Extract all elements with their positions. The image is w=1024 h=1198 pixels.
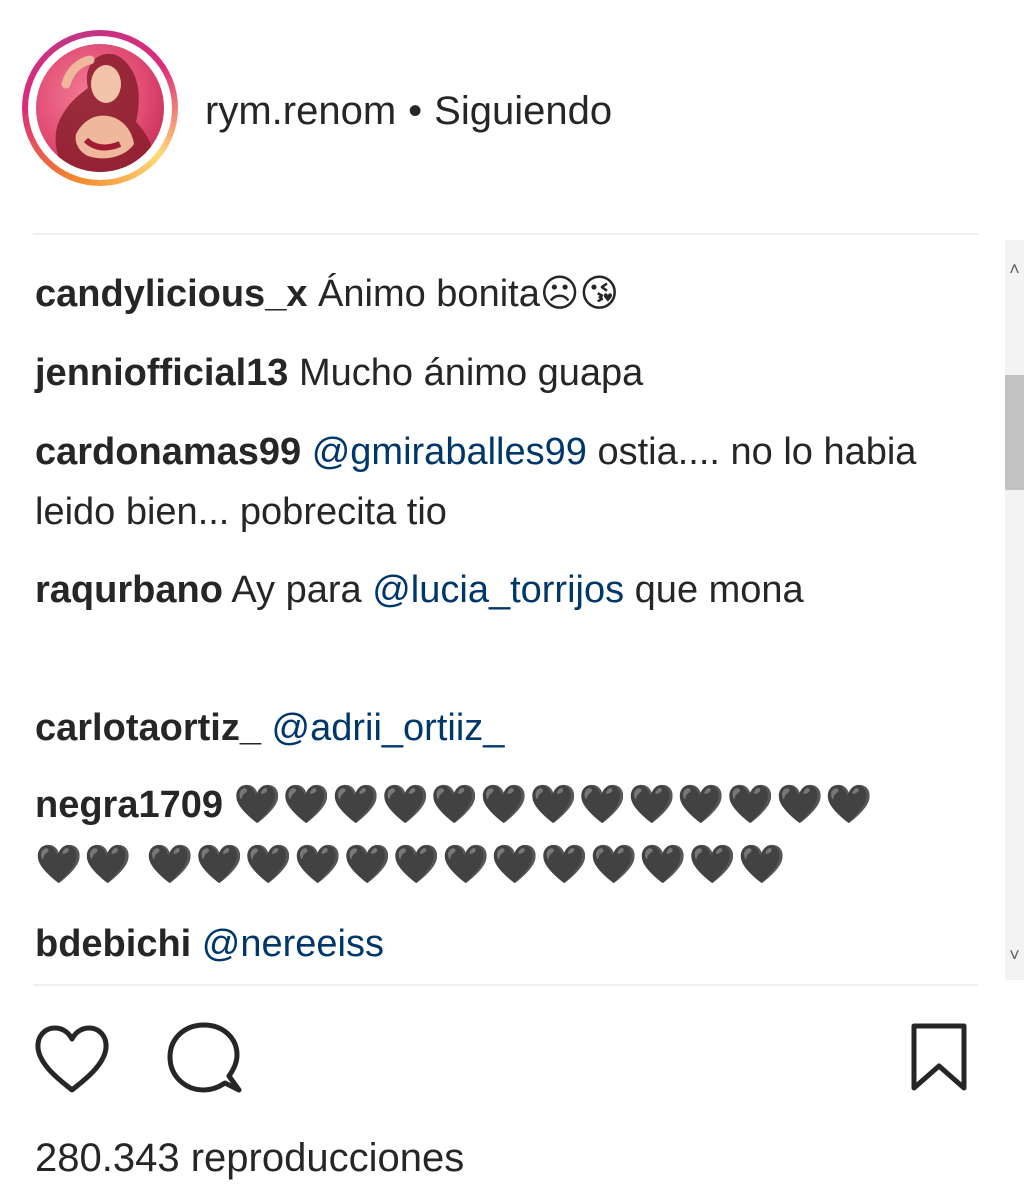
views-count[interactable]: 280.343 reproducciones xyxy=(35,1133,464,1183)
comment-item: raqurbano Ay para @lucia_torrijos que mo… xyxy=(35,560,935,620)
scroll-up-arrow-icon[interactable]: ˄ xyxy=(1005,254,1024,284)
follow-status-button[interactable]: Siguiendo xyxy=(434,89,612,133)
post-header: rym.renom • Siguiendo xyxy=(0,0,1024,230)
comment-text: Ánimo bonita☹😘 xyxy=(318,273,620,315)
post-actions xyxy=(0,1020,1024,1100)
like-button[interactable] xyxy=(32,1020,112,1100)
comment-mention[interactable]: @gmiraballes99 xyxy=(312,431,587,473)
save-button[interactable] xyxy=(900,1020,980,1100)
header-separator: • xyxy=(408,89,423,133)
bookmark-icon xyxy=(911,1023,967,1091)
comment-username[interactable]: jenniofficial13 xyxy=(35,352,288,394)
comment-item: carlotaortiz_ @adrii_ortiiz_ xyxy=(35,698,935,758)
comment-text: que mona xyxy=(634,569,804,611)
post-author-username[interactable]: rym.renom xyxy=(205,89,396,133)
comment-mention[interactable]: @nereeiss xyxy=(202,923,384,965)
header-divider xyxy=(33,233,978,235)
comments-list[interactable]: candylicious_x Ánimo bonita☹😘 jennioffic… xyxy=(33,240,993,982)
comment-text: Ay para xyxy=(231,569,362,611)
comment-username[interactable]: bdebichi xyxy=(35,923,191,965)
post-panel: rym.renom • Siguiendo candylicious_x Ánimo… xyxy=(0,0,1024,1198)
comment-username[interactable]: candylicious_x xyxy=(35,273,307,315)
heart-outline-icon xyxy=(35,1025,109,1093)
comment-username[interactable]: cardonamas99 xyxy=(35,431,301,473)
comment-item: candylicious_x Ánimo bonita☹😘 xyxy=(35,264,935,324)
comment-button[interactable] xyxy=(163,1020,243,1100)
comment-item: cardonamas99 @gmiraballes99 ostia.... no… xyxy=(35,422,935,542)
speech-bubble-icon xyxy=(167,1022,242,1093)
comment-username[interactable]: negra1709 xyxy=(35,784,223,826)
header-info: rym.renom • Siguiendo xyxy=(205,86,612,136)
comment-username[interactable]: raqurbano xyxy=(35,569,223,611)
comment-item: bdebichi @nereeiss xyxy=(35,914,935,974)
comment-mention[interactable]: @adrii_ortiiz_ xyxy=(272,707,505,749)
scroll-down-arrow-icon[interactable]: ˅ xyxy=(1005,940,1024,970)
comment-item: jenniofficial13 Mucho ánimo guapa xyxy=(35,343,935,403)
comment-item: negra1709 🖤🖤🖤🖤🖤🖤🖤🖤🖤🖤🖤🖤🖤🖤🖤 🖤🖤🖤🖤🖤🖤🖤🖤🖤🖤🖤🖤🖤 xyxy=(35,775,905,895)
comments-divider xyxy=(33,984,978,986)
avatar-photo xyxy=(36,44,164,172)
avatar[interactable] xyxy=(22,30,178,186)
comment-text: Mucho ánimo guapa xyxy=(298,352,644,394)
avatar-figure-icon xyxy=(55,53,155,172)
comment-username[interactable]: carlotaortiz_ xyxy=(35,707,261,749)
comment-mention[interactable]: @lucia_torrijos xyxy=(372,569,624,611)
scrollbar-thumb[interactable] xyxy=(1005,375,1024,490)
comments-scrollbar[interactable]: ˄ ˅ xyxy=(1005,240,1024,980)
